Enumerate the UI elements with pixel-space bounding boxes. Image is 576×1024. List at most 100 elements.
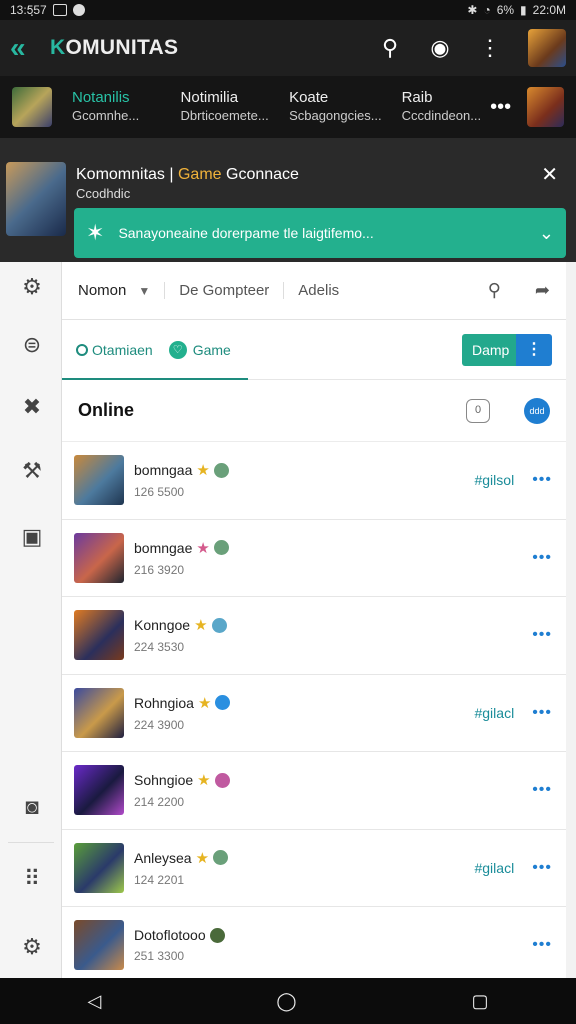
recents-icon[interactable]: ▢ [471, 991, 488, 1012]
clock-right: 22:0M [532, 3, 566, 17]
channel-tab[interactable]: Koate Scbagongcies... [289, 89, 382, 125]
back-chevron-icon[interactable]: « [10, 32, 44, 64]
online-header: Online 0 ddd [62, 380, 566, 442]
member-number: 124 2201 [134, 872, 185, 887]
user-avatar[interactable] [528, 29, 566, 67]
channel-tab[interactable]: Raib Cccdindeon... [402, 89, 491, 125]
member-name: Sohngioe [134, 772, 194, 789]
more-horiz-icon[interactable]: ••• [532, 704, 552, 722]
member-avatar [74, 765, 124, 816]
member-avatar [74, 920, 124, 971]
more-horiz-icon[interactable]: ••• [532, 859, 552, 877]
main-area: Komomnitas | Game Gconnace Ccodhdic ✕ ✶ … [0, 138, 576, 985]
star-icon: ✶ [86, 220, 105, 245]
more-horiz-icon[interactable]: ••• [532, 549, 552, 567]
notice-banner[interactable]: ✶ Sanayoneaine dorerpame tle laigtifemo.… [74, 208, 566, 258]
member-tag[interactable]: #gilacl [474, 705, 514, 721]
list-item[interactable]: Konngoe ★ 224 3530 ••• [62, 597, 566, 675]
list-item[interactable]: bomngae ★ 216 3920 ••• [62, 520, 566, 597]
tab-adelis[interactable]: Adelis [283, 282, 353, 299]
wrench-icon[interactable]: ⚒ [19, 458, 45, 484]
back-icon[interactable]: ◁ [87, 991, 101, 1012]
member-panel: Nomon ▼ De Gompteer Adelis ⚲ ➦ Otamiaen ♡… [62, 262, 566, 985]
filter-otamiaen[interactable]: Otamiaen [76, 342, 153, 358]
game-icon: ♡ [168, 340, 187, 359]
channel-tab[interactable]: Notanilis Gcomnhe... [72, 89, 161, 125]
member-number: 216 3920 [134, 562, 185, 577]
chat-icon[interactable]: ▣ [19, 524, 45, 550]
community-title: Komomnitas | Game Gconnace [76, 166, 299, 183]
badge-icon [214, 772, 230, 788]
star-icon: ★ [196, 462, 210, 480]
member-avatar [74, 842, 124, 893]
search-user-icon[interactable]: ⚲ [488, 280, 501, 301]
notification-dot-icon [72, 4, 85, 16]
member-avatar [74, 532, 124, 583]
member-number: 224 3530 [134, 640, 185, 655]
channel-bar: Notanilis Gcomnhe... Notimilia Dbrticoem… [0, 76, 576, 138]
more-horiz-icon[interactable]: ••• [532, 626, 552, 644]
badge-icon [213, 540, 229, 556]
settings-icon[interactable]: ⚙ [19, 274, 45, 300]
more-horiz-icon[interactable]: ••• [532, 471, 552, 489]
system-nav-bar: ◁ ◯ ▢ [0, 978, 576, 1024]
blue-badge[interactable]: ddd [524, 397, 550, 424]
more-horiz-icon[interactable]: ••• [490, 96, 511, 119]
ring-icon [76, 343, 88, 356]
search-icon[interactable]: ⚲ [378, 35, 402, 61]
filter-bar: Otamiaen ♡ Game Damp ⋮ [62, 320, 566, 380]
filter-game[interactable]: ♡ Game [168, 340, 231, 359]
channel-avatar-end[interactable] [527, 87, 565, 127]
badge-icon [209, 927, 225, 943]
more-vert-icon[interactable]: ⋮ [478, 35, 502, 61]
member-name: Konngoe [134, 617, 191, 634]
member-number: 126 5500 [134, 485, 185, 500]
wifi-icon: ◔ [483, 3, 491, 17]
tools-icon[interactable]: ✖ [19, 394, 45, 420]
member-number: 214 2200 [134, 795, 185, 810]
star-icon: ★ [196, 539, 210, 557]
star-icon: ★ [194, 617, 208, 635]
tab-nomon[interactable]: Nomon ▼ [78, 282, 164, 299]
home-icon[interactable]: ◯ [276, 991, 296, 1012]
mention-icon[interactable]: ◉ [428, 35, 452, 61]
star-icon: ★ [195, 849, 210, 867]
list-item[interactable]: Dotoflotooo 251 3300 ••• [62, 907, 566, 985]
panel-tabs: Nomon ▼ De Gompteer Adelis ⚲ ➦ [62, 262, 566, 320]
member-name: bomngae [134, 539, 193, 556]
member-number: 224 3900 [134, 717, 185, 732]
member-name: Rohngioa [134, 694, 194, 711]
member-name: Anleysea [134, 849, 192, 866]
camera-icon[interactable]: ◙ [19, 794, 45, 820]
app-bar: « KOMUNITAS ⚲ ◉ ⋮ [0, 20, 576, 76]
chevron-down-icon[interactable]: ⌄ [539, 223, 554, 244]
member-number: 251 3300 [134, 949, 185, 964]
close-icon[interactable]: ✕ [541, 162, 558, 187]
gear-icon[interactable]: ⚙ [19, 934, 45, 960]
list-item[interactable]: Anleysea ★ 124 2201 #gilacl ••• [62, 830, 566, 907]
channel-tab[interactable]: Notimilia Dbrticoemete... [181, 89, 270, 125]
inbox-icon[interactable]: ⊜ [19, 332, 45, 358]
channel-avatar[interactable] [12, 87, 52, 127]
more-vert-icon[interactable]: ⋮ [516, 333, 552, 366]
tab-gompteer[interactable]: De Gompteer [164, 282, 283, 299]
damp-button[interactable]: Damp ⋮ [462, 333, 552, 366]
list-item[interactable]: Sohngioe ★ 214 2200 ••• [62, 752, 566, 830]
grid-icon[interactable]: ⠿ [19, 866, 45, 892]
battery-level: 6% [496, 3, 515, 17]
member-tag[interactable]: #gilacl [474, 860, 514, 876]
badge-icon [213, 850, 229, 866]
more-horiz-icon[interactable]: ••• [532, 936, 552, 954]
status-bar: 13:5ฺ57 ✱ ◔ 6% ▮ 22:0M [0, 0, 576, 20]
member-name: Dotoflotooo [134, 927, 206, 944]
member-list: bomngaa ★ 126 5500 #gilsol ••• bomngae ★ 2… [62, 442, 566, 985]
bluetooth-icon: ✱ [467, 3, 478, 17]
member-avatar [74, 610, 124, 661]
list-item[interactable]: Rohngioa ★ 224 3900 #gilacl ••• [62, 675, 566, 752]
list-item[interactable]: bomngaa ★ 126 5500 #gilsol ••• [62, 442, 566, 520]
member-tag[interactable]: #gilsol [474, 472, 514, 488]
badge-icon [211, 617, 227, 633]
square-icon[interactable]: 0 [466, 398, 490, 423]
more-horiz-icon[interactable]: ••• [532, 781, 552, 799]
share-icon[interactable]: ➦ [535, 280, 550, 301]
